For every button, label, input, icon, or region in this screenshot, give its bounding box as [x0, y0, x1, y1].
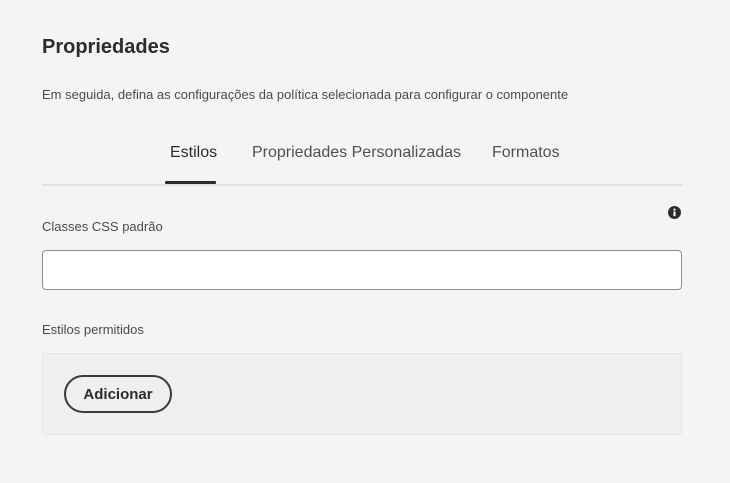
tab-list: Estilos Propriedades Personalizadas Form…	[42, 136, 682, 186]
info-icon[interactable]	[668, 206, 681, 219]
active-tab-indicator	[165, 181, 216, 184]
tab-formatos[interactable]: Formatos	[492, 144, 560, 162]
page-description: Em seguida, defina as configurações da p…	[42, 87, 569, 102]
tab-propriedades-personalizadas[interactable]: Propriedades Personalizadas	[252, 144, 461, 162]
default-css-label: Classes CSS padrão	[42, 219, 163, 234]
tab-estilos[interactable]: Estilos	[170, 144, 217, 162]
allowed-styles-container: Adicionar	[42, 353, 682, 435]
default-css-input[interactable]	[42, 250, 682, 290]
allowed-styles-label: Estilos permitidos	[42, 322, 144, 337]
add-style-button[interactable]: Adicionar	[64, 375, 172, 413]
properties-panel: Propriedades Em seguida, defina as confi…	[0, 0, 730, 483]
page-title: Propriedades	[42, 36, 170, 58]
